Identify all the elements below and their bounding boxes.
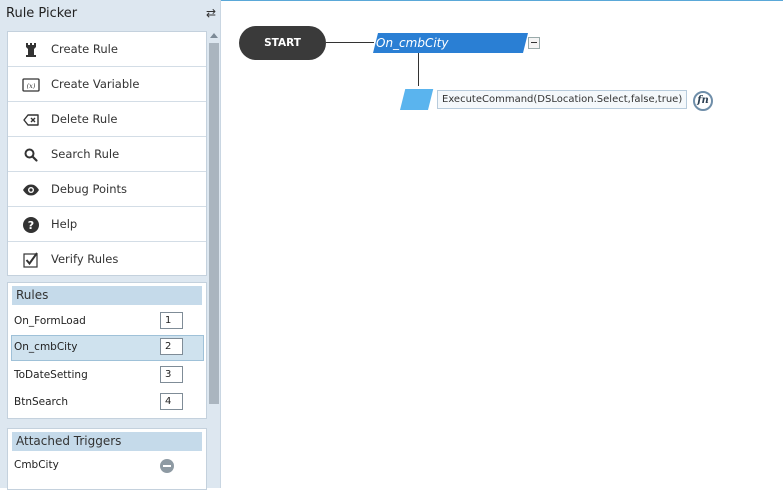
search-rule-button[interactable]: Search Rule bbox=[8, 137, 206, 172]
rule-row-btnsearch[interactable]: BtnSearch 4 bbox=[11, 390, 204, 416]
action-label: Create Variable bbox=[51, 77, 140, 91]
rule-name: BtnSearch bbox=[14, 396, 69, 408]
action-label: Create Rule bbox=[51, 42, 118, 56]
delete-rule-button[interactable]: Delete Rule bbox=[8, 102, 206, 137]
action-node[interactable] bbox=[400, 89, 434, 110]
svg-text:(x): (x) bbox=[27, 82, 36, 90]
scroll-up-arrow-icon[interactable] bbox=[210, 33, 218, 38]
rule-row-on-formload[interactable]: On_FormLoad 1 bbox=[11, 309, 204, 335]
backspace-icon bbox=[23, 114, 39, 126]
scroll-thumb[interactable] bbox=[209, 43, 219, 404]
action-label: Delete Rule bbox=[51, 112, 118, 126]
action-label: Debug Points bbox=[51, 182, 128, 196]
action-label: Verify Rules bbox=[51, 252, 119, 266]
trigger-name: CmbCity bbox=[14, 459, 59, 471]
rule-name: ToDateSetting bbox=[14, 369, 88, 381]
panel-title: Rule Picker bbox=[6, 6, 78, 21]
debug-points-button[interactable]: Debug Points bbox=[8, 172, 206, 207]
rule-row-on-cmbcity[interactable]: On_cmbCity 2 bbox=[11, 335, 204, 361]
action-label: Search Rule bbox=[51, 147, 120, 161]
connector-line bbox=[326, 42, 374, 43]
action-expression[interactable]: ExecuteCommand(DSLocation.Select,false,t… bbox=[437, 90, 688, 109]
rule-name: On_FormLoad bbox=[14, 315, 86, 327]
help-icon: ? bbox=[23, 217, 39, 233]
rule-name: On_cmbCity bbox=[14, 341, 78, 353]
rule-order-input[interactable]: 4 bbox=[160, 393, 183, 410]
search-icon bbox=[24, 148, 38, 162]
collapse-icon[interactable] bbox=[528, 37, 540, 49]
rules-heading-label: Rules bbox=[16, 288, 49, 302]
rule-order-input[interactable]: 2 bbox=[160, 338, 183, 355]
action-list: Create Rule (x) Create Variable Delete R… bbox=[7, 31, 207, 276]
rule-row-todatesetting[interactable]: ToDateSetting 3 bbox=[11, 363, 204, 389]
rook-icon bbox=[26, 43, 36, 57]
attached-triggers-section: Attached Triggers CmbCity bbox=[7, 428, 207, 490]
create-rule-button[interactable]: Create Rule bbox=[8, 32, 206, 67]
verify-rules-button[interactable]: Verify Rules bbox=[8, 242, 206, 277]
rules-section: Rules On_FormLoad 1 On_cmbCity 2 ToDateS… bbox=[7, 282, 207, 419]
svg-text:?: ? bbox=[28, 219, 34, 232]
eye-icon bbox=[23, 184, 39, 196]
triggers-heading: Attached Triggers bbox=[12, 432, 202, 451]
variable-icon: (x) bbox=[22, 78, 40, 92]
rule-order-input[interactable]: 1 bbox=[160, 312, 183, 329]
action-label: Help bbox=[51, 217, 78, 231]
swap-arrows-icon[interactable]: ⇄ bbox=[206, 7, 218, 19]
rule-node-label: On_cmbCity bbox=[376, 36, 449, 50]
rule-order-input[interactable]: 3 bbox=[160, 366, 183, 383]
create-variable-button[interactable]: (x) Create Variable bbox=[8, 67, 206, 102]
rule-picker-panel: Rule Picker ⇄ Create Rule (x) Create Var… bbox=[0, 0, 221, 490]
panel-scrollbar[interactable] bbox=[208, 31, 220, 486]
start-node[interactable]: START bbox=[239, 26, 326, 60]
function-button[interactable]: fn bbox=[693, 91, 713, 111]
checkbox-icon bbox=[23, 252, 38, 268]
connector-line bbox=[418, 53, 419, 86]
remove-trigger-icon[interactable] bbox=[160, 459, 174, 473]
help-button[interactable]: ? Help bbox=[8, 207, 206, 242]
rules-heading: Rules bbox=[12, 286, 202, 305]
triggers-heading-label: Attached Triggers bbox=[16, 434, 122, 448]
panel-header: Rule Picker ⇄ bbox=[0, 0, 221, 28]
